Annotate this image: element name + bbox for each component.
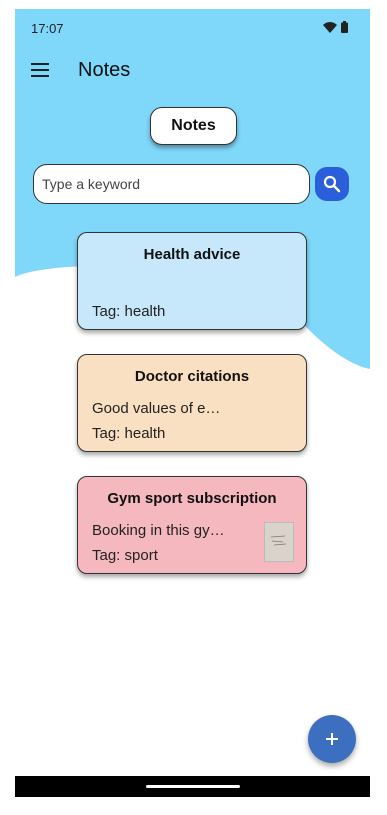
note-tag: Tag: health	[92, 303, 166, 320]
note-image-thumbnail	[264, 522, 294, 562]
note-title: Doctor citations	[134, 368, 250, 385]
app-bar: Notes	[15, 51, 370, 91]
note-preview: Good values of e…	[92, 400, 221, 417]
plus-icon	[326, 733, 338, 745]
status-bar: 17:07	[15, 9, 370, 47]
note-card-health-advice[interactable]: Health advice Tag: health	[77, 232, 307, 330]
wifi-icon	[323, 21, 337, 33]
add-note-button[interactable]	[308, 715, 356, 763]
note-preview: Booking in this gy…	[92, 522, 225, 539]
note-tag: Tag: sport	[92, 547, 158, 564]
note-title: Health advice	[143, 246, 241, 263]
note-card-doctor-citations[interactable]: Doctor citations Good values of e… Tag: …	[77, 354, 307, 452]
home-indicator[interactable]	[146, 785, 240, 788]
battery-icon	[341, 21, 348, 33]
note-title: Gym sport subscription	[107, 490, 277, 507]
app-screen: 17:07 Notes Notes Health advice Tag: hea…	[15, 9, 370, 797]
search-input[interactable]	[33, 164, 310, 204]
notes-header-chip: Notes	[150, 107, 237, 145]
search-icon	[323, 175, 341, 193]
system-navigation-bar	[15, 776, 370, 797]
status-time: 17:07	[31, 21, 64, 36]
menu-icon[interactable]	[31, 63, 49, 77]
app-title: Notes	[78, 59, 131, 81]
note-card-gym-sport-subscription[interactable]: Gym sport subscription Booking in this g…	[77, 476, 307, 574]
search-button[interactable]	[315, 167, 349, 201]
note-tag: Tag: health	[92, 425, 166, 442]
